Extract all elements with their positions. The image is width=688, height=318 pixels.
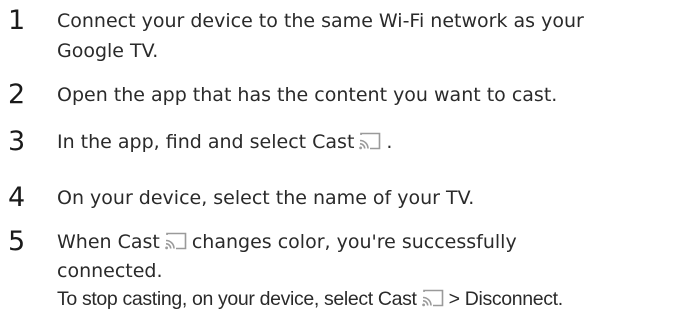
step-4-text: On your device, select the name of your … bbox=[57, 187, 475, 209]
cast-icon bbox=[164, 231, 188, 251]
cast-icon bbox=[358, 131, 382, 151]
step-3-text-before-icon: In the app, find and select Cast bbox=[57, 131, 355, 153]
step-5-note: To stop casting, on your device, select … bbox=[57, 287, 563, 311]
step-5-text-after-icon: changes color, you're successfully bbox=[191, 231, 517, 253]
step-1-text-line-1: Connect your device to the same Wi-Fi ne… bbox=[57, 10, 584, 32]
step-number-3: 3 bbox=[8, 126, 26, 157]
step-3-text-after-icon: . bbox=[386, 131, 393, 153]
step-5-text-line-1: When Cast changes color, you're successfu… bbox=[57, 230, 517, 254]
step-5-text-line-2: connected. bbox=[57, 260, 163, 282]
step-5-text-before-icon: When Cast bbox=[57, 231, 160, 253]
step-number-1: 1 bbox=[8, 5, 26, 36]
step-5-note-after-icon: > Disconnect. bbox=[448, 288, 563, 310]
cast-icon bbox=[421, 288, 445, 308]
step-number-2: 2 bbox=[8, 79, 26, 110]
step-number-5: 5 bbox=[8, 226, 26, 257]
step-number-4: 4 bbox=[8, 182, 26, 213]
step-5-note-before-icon: To stop casting, on your device, select … bbox=[57, 288, 417, 310]
step-3-text: In the app, find and select Cast. bbox=[57, 130, 392, 154]
step-1-text-line-2: Google TV. bbox=[57, 40, 159, 62]
step-2-text: Open the app that has the content you wa… bbox=[57, 84, 558, 106]
